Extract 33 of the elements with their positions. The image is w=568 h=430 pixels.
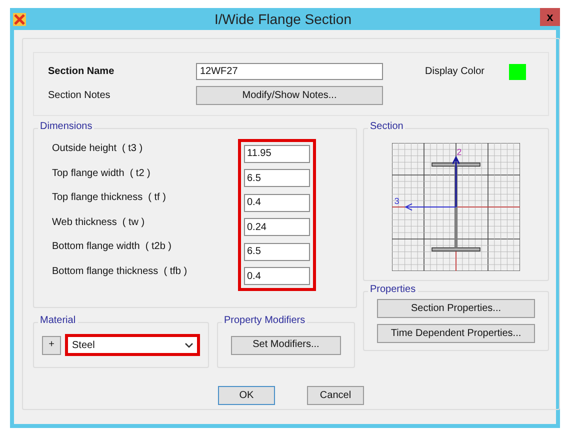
dimension-field[interactable]: 0.4 bbox=[244, 194, 310, 212]
axis-label: 3 bbox=[394, 195, 400, 206]
dimension-label: Web thickness ( tw ) bbox=[52, 216, 146, 230]
window-title: I/Wide Flange Section bbox=[214, 10, 352, 29]
dimension-label: Outside height ( t3 ) bbox=[52, 142, 144, 156]
group-title: Properties bbox=[368, 283, 418, 297]
group-title: Property Modifiers bbox=[222, 314, 308, 328]
dimension-label: Top flange thickness ( tf ) bbox=[52, 191, 167, 206]
dimension-field[interactable]: 6.5 bbox=[244, 169, 310, 188]
dimension-label: Bottom flange width ( t2b ) bbox=[52, 240, 173, 254]
dimension-label: Top flange width ( t2 ) bbox=[52, 166, 152, 181]
section-name-label: Section Name bbox=[48, 65, 116, 79]
color-swatch[interactable] bbox=[509, 64, 526, 80]
dialog-button[interactable]: + bbox=[42, 336, 61, 354]
dialog-button[interactable]: Cancel bbox=[307, 386, 364, 405]
close-button[interactable]: x bbox=[540, 8, 560, 26]
dimension-field[interactable]: 11.95 bbox=[244, 145, 310, 163]
dimension-field[interactable]: 6.5 bbox=[244, 242, 310, 261]
dimension-field[interactable]: 0.4 bbox=[244, 267, 310, 286]
app-icon bbox=[13, 12, 26, 26]
dimension-field[interactable]: 0.24 bbox=[244, 218, 310, 236]
dialog-button[interactable]: OK bbox=[218, 386, 275, 405]
dimension-label: Bottom flange thickness ( tfb ) bbox=[52, 264, 188, 279]
section-notes-label: Section Notes bbox=[48, 89, 112, 103]
dialog-button[interactable]: Modify/Show Notes... bbox=[196, 86, 383, 105]
chevron-down-icon bbox=[185, 342, 193, 348]
section-name-field[interactable]: 12WF27 bbox=[196, 63, 383, 80]
dialog-button[interactable]: Section Properties... bbox=[377, 299, 535, 318]
display-color-label: Display Color bbox=[425, 65, 484, 79]
material-dropdown[interactable]: Steel bbox=[65, 334, 200, 356]
axis-label: 2 bbox=[456, 146, 462, 156]
dialog-button[interactable]: Set Modifiers... bbox=[231, 336, 341, 354]
dialog-button[interactable]: Time Dependent Properties... bbox=[377, 324, 535, 343]
